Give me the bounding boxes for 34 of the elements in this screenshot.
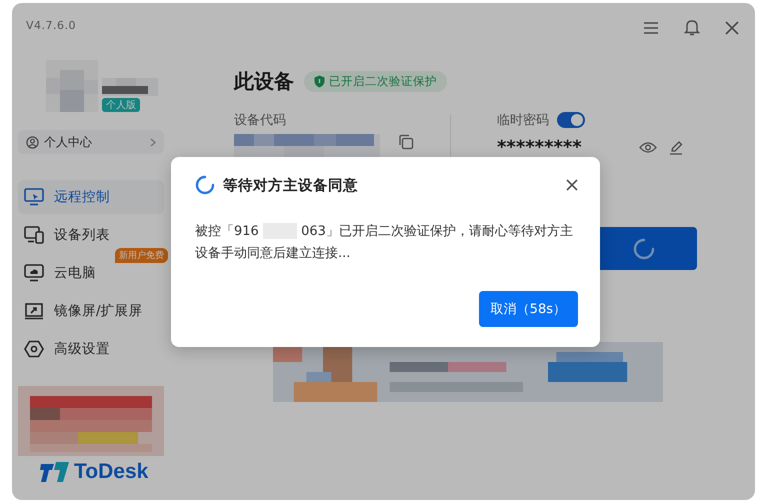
shield-icon [314, 75, 325, 88]
monitor-cursor-icon [24, 188, 44, 206]
spinner-icon [632, 238, 654, 260]
cloud-monitor-icon [24, 264, 44, 282]
logo-text: ToDesk [74, 460, 148, 484]
chevron-right-icon [150, 138, 156, 146]
nav-item[interactable]: 远程控制 [18, 180, 164, 214]
promo-badge: 新用户免费 [115, 248, 168, 263]
logo-icon [40, 461, 70, 483]
settings-icon [24, 340, 44, 358]
field-label: 临时密码 [497, 112, 549, 129]
edition-badge: 个人版 [102, 98, 140, 112]
version-label: V4.7.6.0 [26, 19, 78, 32]
cancel-button[interactable]: 取消（58s） [478, 291, 578, 327]
close-icon[interactable] [566, 179, 578, 191]
dialog-title: 等待对方主设备同意 [223, 176, 359, 194]
menu-icon[interactable] [643, 20, 659, 34]
profile-link[interactable]: 个人中心 [18, 130, 164, 154]
device-title: 此设备 [234, 68, 294, 95]
nav-item[interactable]: 高级设置 [18, 332, 164, 366]
spinner-icon [195, 175, 215, 195]
eye-icon[interactable] [639, 141, 657, 154]
bell-icon[interactable] [684, 19, 700, 36]
security-badge: 已开启二次验证保护 [304, 71, 447, 92]
password-value: ********* [497, 137, 583, 158]
devices-icon [24, 226, 44, 244]
toggle-switch[interactable] [557, 112, 585, 128]
field-label: 设备代码 [234, 112, 287, 129]
pencil-icon[interactable] [669, 140, 684, 155]
nav-item[interactable]: 镜像屏/扩展屏 [18, 294, 164, 328]
dialog-message: 被控「916 063」已开启二次验证保护，请耐心等待对方主设备手动同意后建立连接... [195, 222, 574, 263]
close-icon[interactable] [725, 20, 739, 34]
copy-icon[interactable] [398, 134, 414, 150]
user-icon [26, 136, 39, 148]
